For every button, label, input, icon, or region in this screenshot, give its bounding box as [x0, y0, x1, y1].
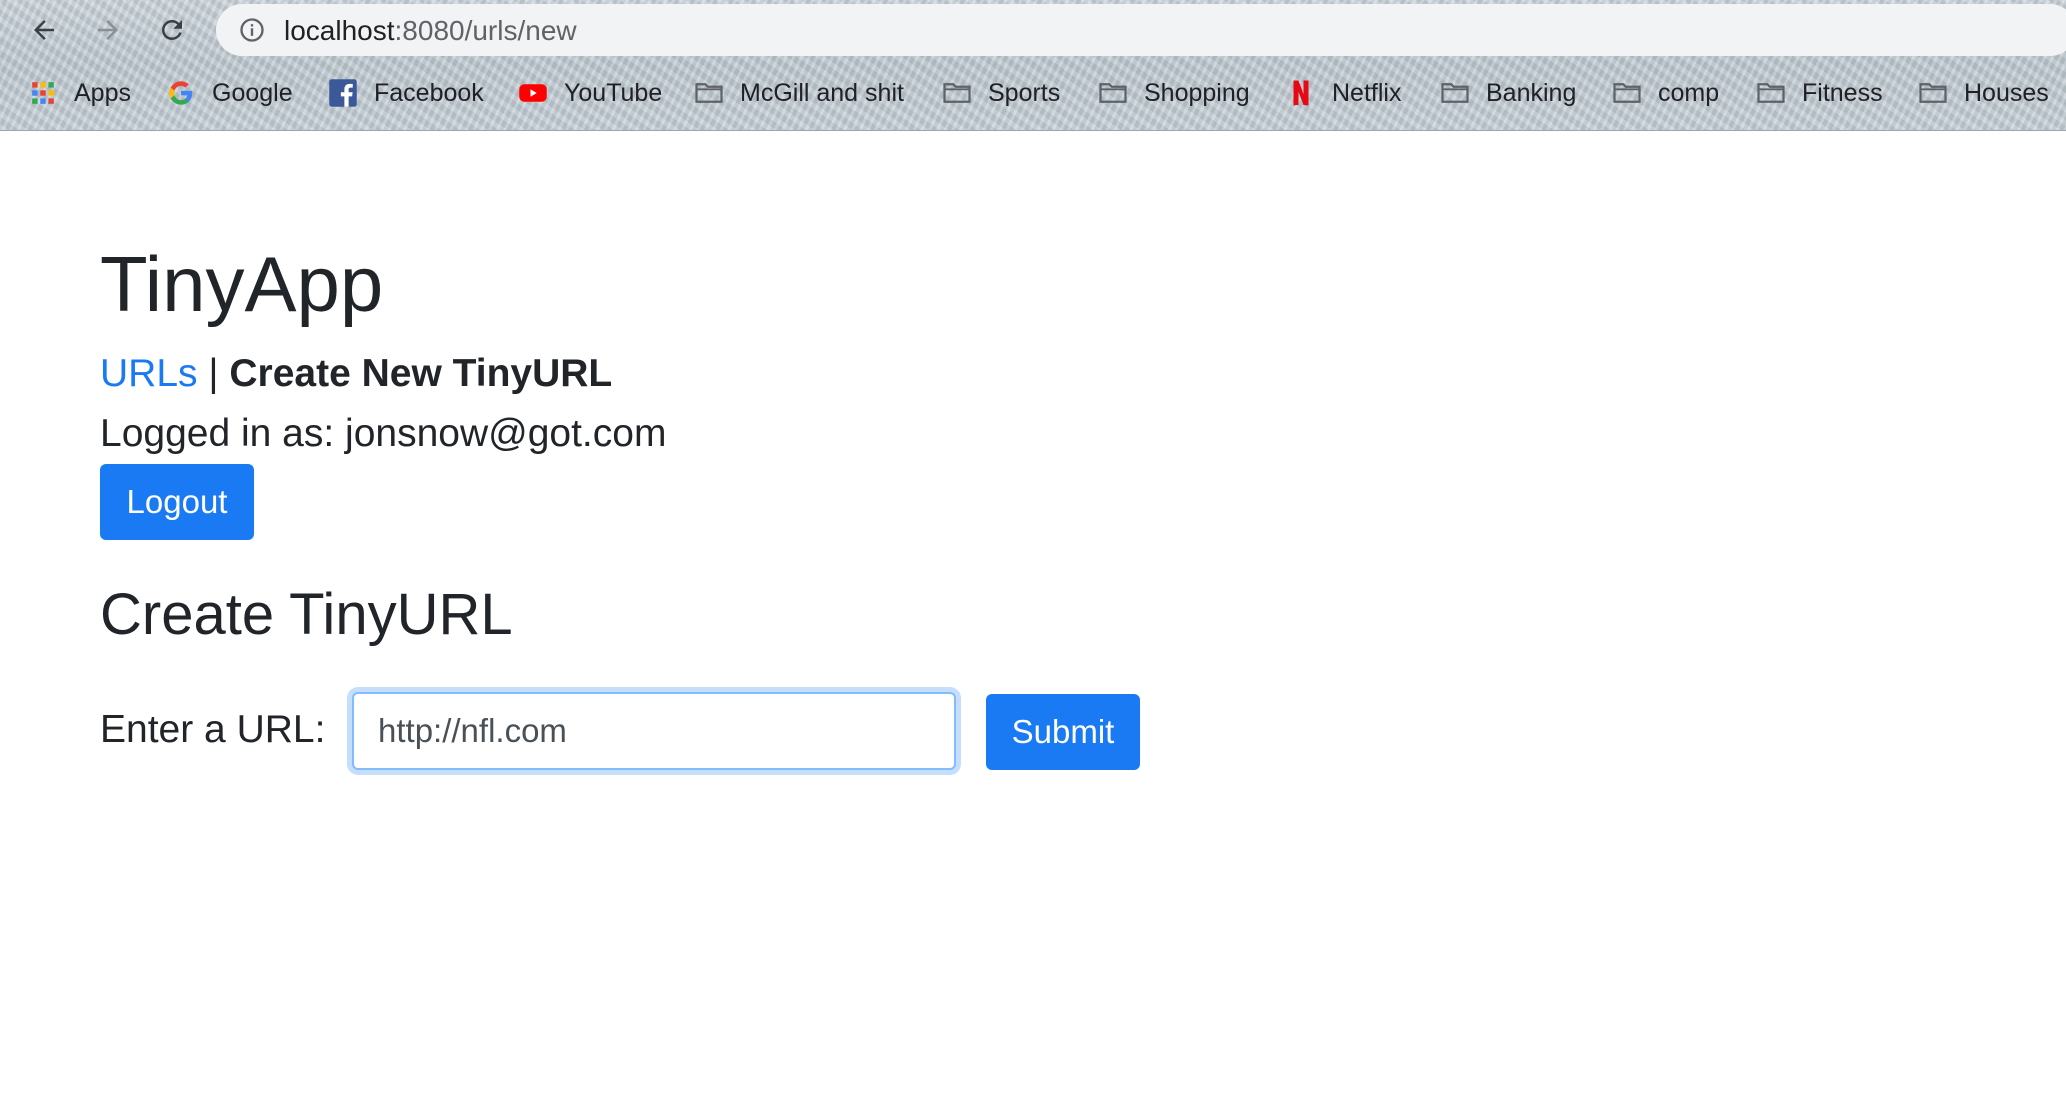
- folder-icon: [1440, 78, 1470, 108]
- url-input[interactable]: [352, 692, 956, 770]
- bookmark-label: Banking: [1486, 78, 1577, 107]
- folder-icon: [942, 78, 972, 108]
- section-title: Create TinyURL: [100, 582, 513, 647]
- bookmark-label: Google: [212, 78, 293, 107]
- bookmark-label: Apps: [74, 78, 131, 107]
- folder-icon: [1612, 78, 1642, 108]
- url-text: localhost:8080/urls/new: [284, 15, 577, 47]
- browser-toolbar: localhost:8080/urls/new: [0, 0, 2066, 60]
- bookmark-label: Fitness: [1802, 78, 1883, 107]
- bookmark-folder-comp[interactable]: comp: [1612, 74, 1719, 112]
- folder-icon: [1918, 78, 1948, 108]
- bookmark-folder-sports[interactable]: Sports: [942, 74, 1060, 112]
- folder-icon: [694, 78, 724, 108]
- page-title: TinyApp: [100, 240, 384, 328]
- url-host: localhost: [284, 15, 395, 46]
- bookmarks-bar: Apps Google Facebook YouTube McGill and …: [0, 68, 2066, 118]
- current-page-label: Create New TinyURL: [229, 352, 613, 395]
- bookmark-label: Shopping: [1144, 78, 1250, 107]
- arrow-left-icon: [34, 20, 54, 40]
- bookmark-label: YouTube: [564, 78, 663, 107]
- logged-in-status: Logged in as: jonsnow@got.com: [100, 412, 667, 455]
- bookmark-folder-banking[interactable]: Banking: [1440, 74, 1576, 112]
- info-icon[interactable]: [238, 16, 266, 44]
- forward-button[interactable]: [88, 12, 128, 48]
- url-field-label: Enter a URL:: [100, 708, 326, 751]
- bookmark-label: Netflix: [1332, 78, 1402, 107]
- url-path: :8080/urls/new: [394, 15, 577, 46]
- netflix-icon: [1286, 78, 1316, 108]
- reload-button[interactable]: [152, 12, 192, 48]
- back-button[interactable]: [24, 12, 64, 48]
- bookmark-label: Facebook: [374, 78, 484, 107]
- folder-icon: [1756, 78, 1786, 108]
- page-nav: URLs | Create New TinyURL: [100, 350, 612, 398]
- bookmark-folder-shopping[interactable]: Shopping: [1098, 74, 1250, 112]
- nav-separator: |: [208, 352, 219, 395]
- arrow-right-icon: [98, 20, 118, 40]
- youtube-icon: [518, 78, 548, 108]
- bookmark-label: Sports: [988, 78, 1061, 107]
- bookmark-label: comp: [1658, 78, 1720, 107]
- bookmark-google[interactable]: Google: [166, 74, 293, 112]
- browser-chrome: localhost:8080/urls/new Apps Google Face…: [0, 0, 2066, 131]
- google-icon: [166, 78, 196, 108]
- bookmark-label: Houses: [1964, 78, 2049, 107]
- bookmark-apps[interactable]: Apps: [28, 74, 131, 112]
- apps-grid-icon: [28, 78, 58, 108]
- bookmark-netflix[interactable]: Netflix: [1286, 74, 1401, 112]
- bookmark-youtube[interactable]: YouTube: [518, 74, 662, 112]
- logout-button[interactable]: Logout: [100, 464, 254, 540]
- facebook-icon: [328, 78, 358, 108]
- bookmark-folder-mcgill[interactable]: McGill and shit: [694, 74, 904, 112]
- submit-button[interactable]: Submit: [986, 694, 1140, 770]
- urls-link[interactable]: URLs: [100, 352, 198, 395]
- reload-icon: [161, 19, 182, 40]
- bookmark-label: McGill and shit: [740, 78, 904, 107]
- address-bar[interactable]: localhost:8080/urls/new: [216, 4, 2066, 56]
- bookmark-folder-fitness[interactable]: Fitness: [1756, 74, 1883, 112]
- bookmark-facebook[interactable]: Facebook: [328, 74, 484, 112]
- bookmark-folder-houses[interactable]: Houses: [1918, 74, 2049, 112]
- folder-icon: [1098, 78, 1128, 108]
